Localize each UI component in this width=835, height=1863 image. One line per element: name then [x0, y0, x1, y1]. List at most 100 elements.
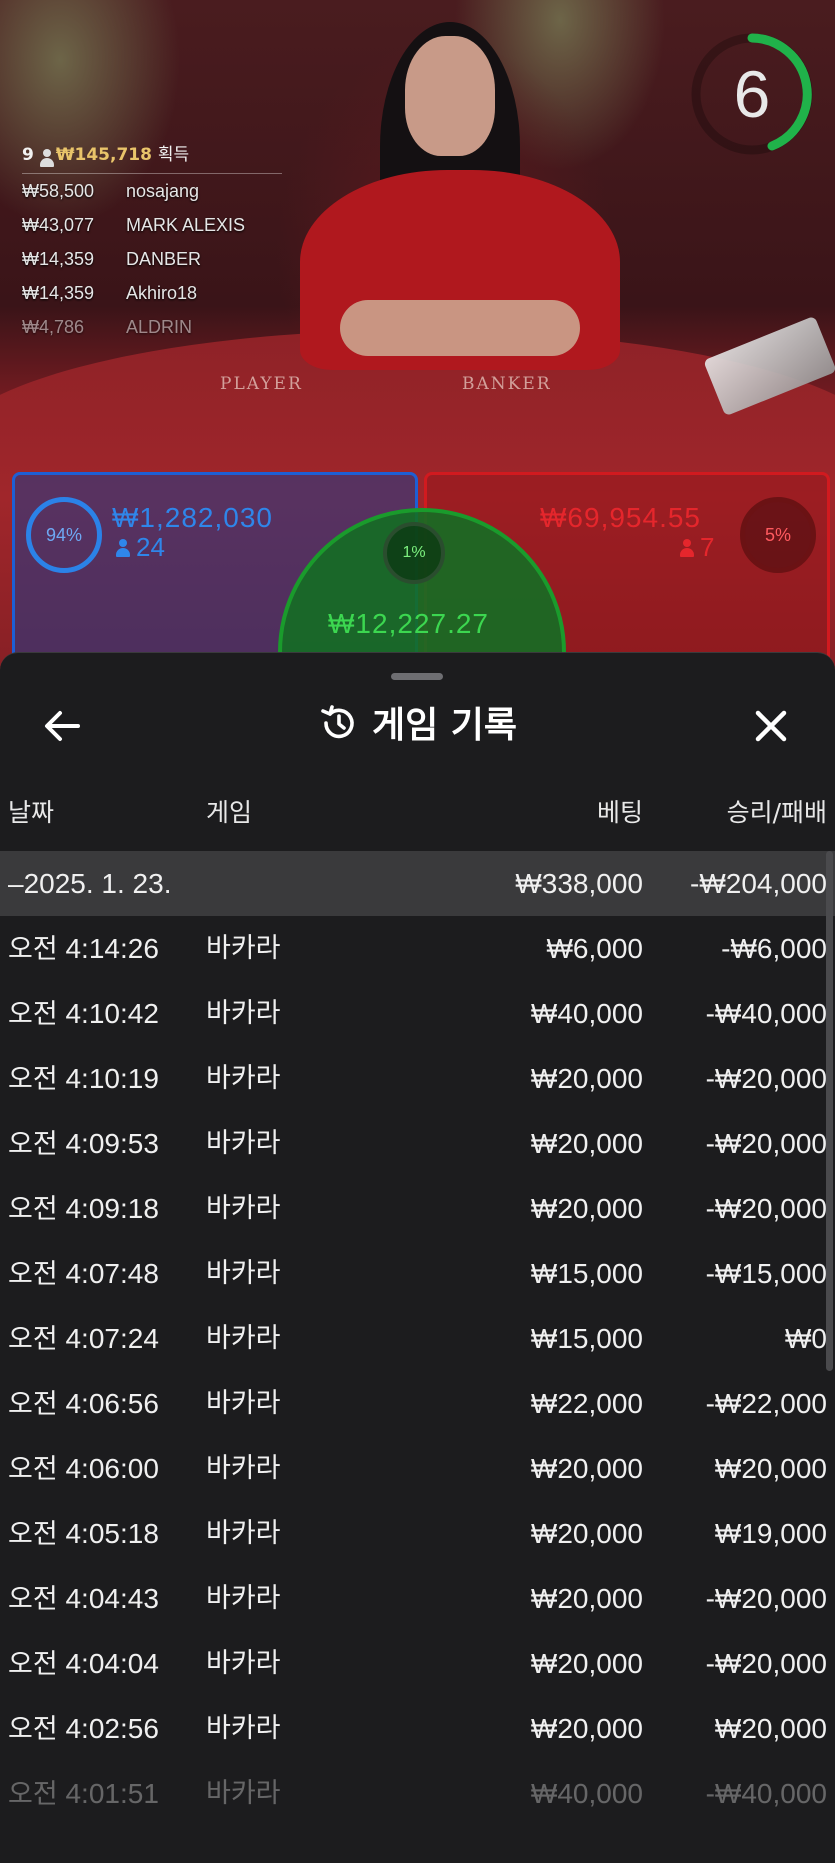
- row-game: 바카라: [206, 1128, 281, 1159]
- row-result: -₩15,000: [705, 1258, 827, 1289]
- history-list[interactable]: –2025. 1. 23. ₩338,000 -₩204,000 오전 4:14…: [0, 851, 835, 1826]
- row-ampm: 오전: [8, 934, 58, 965]
- player-table-label: PLAYER: [220, 374, 303, 394]
- row-game: 바카라: [206, 998, 281, 1029]
- row-datetime: 오전 4:06:56: [8, 1371, 159, 1437]
- row-bet: ₩40,000: [530, 1778, 643, 1809]
- row-bet: ₩20,000: [530, 1063, 643, 1094]
- winner-name: MARK ALEXIS: [126, 215, 246, 235]
- row-time: 4:01:51: [65, 1778, 159, 1809]
- user-icon: [680, 539, 694, 557]
- row-result: -₩20,000: [705, 1193, 827, 1224]
- winner-row: ₩4,786 ALDRIN: [22, 310, 282, 344]
- history-row[interactable]: 오전 4:10:19 바카라 ₩20,000 -₩20,000: [0, 1046, 835, 1111]
- row-result: -₩22,000: [705, 1388, 827, 1419]
- row-ampm: 오전: [8, 1324, 58, 1355]
- day-result-total: -₩204,000: [690, 868, 827, 899]
- history-row[interactable]: 오전 4:09:53 바카라 ₩20,000 -₩20,000: [0, 1111, 835, 1176]
- history-row[interactable]: 오전 4:04:04 바카라 ₩20,000 -₩20,000: [0, 1631, 835, 1696]
- row-datetime: 오전 4:06:00: [8, 1436, 159, 1502]
- row-game: 바카라: [206, 1323, 281, 1354]
- sheet-title-text: 게임 기록: [371, 705, 517, 746]
- history-row[interactable]: 오전 4:06:00 바카라 ₩20,000 ₩20,000: [0, 1436, 835, 1501]
- countdown-timer: 6: [688, 30, 816, 158]
- row-ampm: 오전: [8, 1649, 58, 1680]
- timer-value: 6: [733, 57, 771, 131]
- row-bet: ₩40,000: [530, 998, 643, 1029]
- row-datetime: 오전 4:02:56: [8, 1696, 159, 1762]
- history-row[interactable]: 오전 4:14:26 바카라 ₩6,000 -₩6,000: [0, 916, 835, 981]
- row-bet: ₩20,000: [530, 1648, 643, 1679]
- row-time: 4:09:18: [65, 1193, 159, 1224]
- row-time: 4:14:26: [65, 933, 159, 964]
- column-date: 날짜: [8, 798, 55, 827]
- row-time: 4:10:19: [65, 1063, 159, 1094]
- history-row[interactable]: 오전 4:04:43 바카라 ₩20,000 -₩20,000: [0, 1566, 835, 1631]
- row-datetime: 오전 4:05:18: [8, 1501, 159, 1567]
- row-datetime: 오전 4:10:42: [8, 981, 159, 1047]
- sheet-drag-handle[interactable]: [391, 673, 443, 680]
- day-summary-row[interactable]: –2025. 1. 23. ₩338,000 -₩204,000: [0, 851, 835, 916]
- column-game: 게임: [206, 798, 253, 827]
- winner-amount: ₩58,500: [22, 181, 95, 201]
- row-datetime: 오전 4:09:53: [8, 1111, 159, 1177]
- row-bet: ₩20,000: [530, 1128, 643, 1159]
- row-time: 4:07:48: [65, 1258, 159, 1289]
- winner-name: Akhiro18: [126, 283, 198, 303]
- row-result: -₩6,000: [721, 933, 827, 964]
- row-result: -₩20,000: [705, 1648, 827, 1679]
- row-game: 바카라: [206, 1453, 281, 1484]
- banker-percent: 5%: [740, 497, 816, 573]
- row-datetime: 오전 4:14:26: [8, 916, 159, 982]
- row-ampm: 오전: [8, 1194, 58, 1225]
- row-time: 4:06:00: [65, 1453, 159, 1484]
- row-game: 바카라: [206, 1063, 281, 1094]
- row-result: ₩20,000: [714, 1453, 827, 1484]
- row-game: 바카라: [206, 1518, 281, 1549]
- row-bet: ₩15,000: [530, 1323, 643, 1354]
- winner-name: DANBER: [126, 249, 202, 269]
- player-count: 24: [116, 532, 165, 563]
- row-game: 바카라: [206, 1388, 281, 1419]
- winners-total: ₩145,718: [55, 145, 152, 165]
- day-bet-total: ₩338,000: [515, 868, 643, 899]
- row-bet: ₩20,000: [530, 1583, 643, 1614]
- history-row[interactable]: 오전 4:01:51 바카라 ₩40,000 -₩40,000: [0, 1761, 835, 1826]
- winner-amount: ₩14,359: [22, 249, 95, 269]
- banker-table-label: BANKER: [462, 374, 552, 394]
- row-time: 4:10:42: [65, 998, 159, 1029]
- dealer-face: [405, 36, 495, 156]
- scrollbar[interactable]: [826, 851, 833, 1371]
- history-row[interactable]: 오전 4:06:56 바카라 ₩22,000 -₩22,000: [0, 1371, 835, 1436]
- row-game: 바카라: [206, 1583, 281, 1614]
- row-datetime: 오전 4:09:18: [8, 1176, 159, 1242]
- row-time: 4:02:56: [65, 1713, 159, 1744]
- row-datetime: 오전 4:04:43: [8, 1566, 159, 1632]
- winner-row: ₩58,500 nosajang: [22, 174, 282, 208]
- row-ampm: 오전: [8, 1779, 58, 1810]
- tie-pot: ₩12,227.27: [328, 608, 489, 639]
- winner-amount: ₩43,077: [22, 215, 95, 235]
- winners-header: 9 ₩145,718 획득: [22, 140, 282, 174]
- row-bet: ₩20,000: [530, 1453, 643, 1484]
- winner-name: ALDRIN: [126, 317, 193, 337]
- sheet-title: 게임 기록: [0, 699, 835, 753]
- history-rows: 오전 4:14:26 바카라 ₩6,000 -₩6,000 오전 4:10:42 바카라 ₩…: [0, 916, 835, 1826]
- row-ampm: 오전: [8, 1519, 58, 1550]
- player-percent: 94%: [26, 497, 102, 573]
- row-result: ₩19,000: [714, 1518, 827, 1549]
- history-row[interactable]: 오전 4:07:48 바카라 ₩15,000 -₩15,000: [0, 1241, 835, 1306]
- row-datetime: 오전 4:10:19: [8, 1046, 159, 1112]
- history-row[interactable]: 오전 4:02:56 바카라 ₩20,000 ₩20,000: [0, 1696, 835, 1761]
- history-row[interactable]: 오전 4:05:18 바카라 ₩20,000 ₩19,000: [0, 1501, 835, 1566]
- history-row[interactable]: 오전 4:10:42 바카라 ₩40,000 -₩40,000: [0, 981, 835, 1046]
- close-button[interactable]: [744, 699, 798, 753]
- history-row[interactable]: 오전 4:07:24 바카라 ₩15,000 ₩0: [0, 1306, 835, 1371]
- row-game: 바카라: [206, 1648, 281, 1679]
- row-result: -₩20,000: [705, 1583, 827, 1614]
- row-bet: ₩6,000: [546, 933, 644, 964]
- game-history-sheet: 게임 기록 날짜 게임 베팅 승리/패배 –2025. 1. 23. ₩338,…: [0, 652, 835, 1863]
- winner-amount: ₩4,786: [22, 317, 85, 337]
- dealer-arms: [340, 300, 580, 356]
- history-row[interactable]: 오전 4:09:18 바카라 ₩20,000 -₩20,000: [0, 1176, 835, 1241]
